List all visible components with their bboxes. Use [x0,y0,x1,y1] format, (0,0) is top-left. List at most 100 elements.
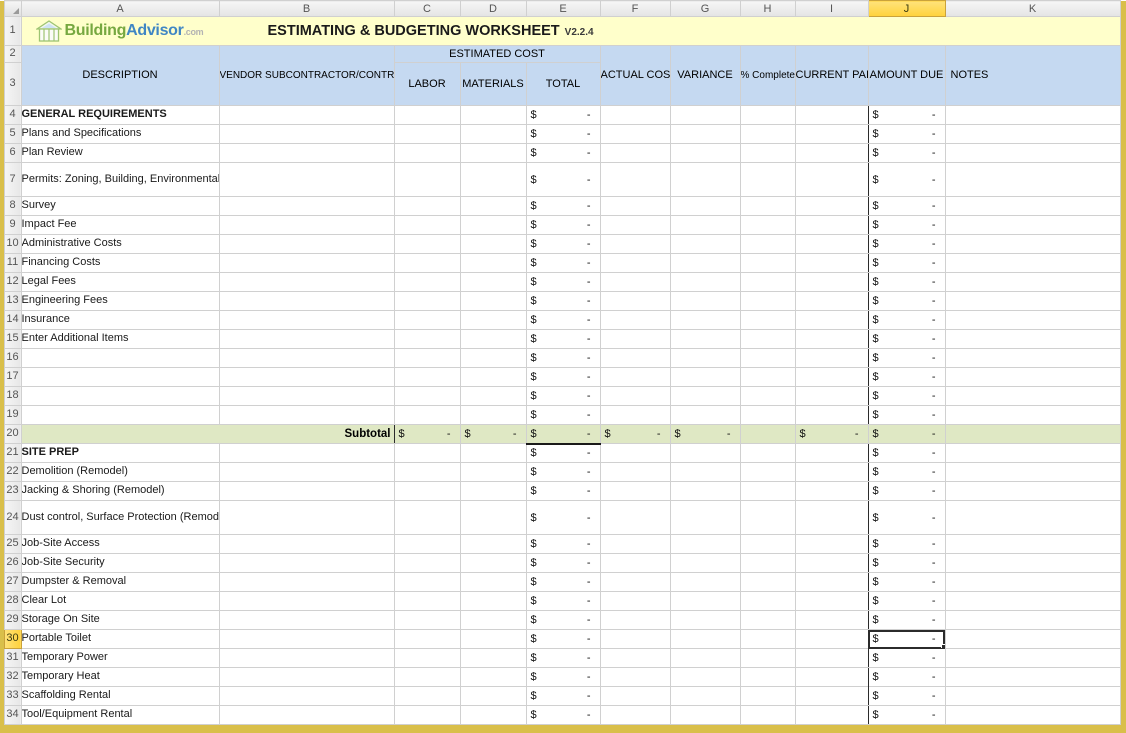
cell-materials[interactable] [460,254,526,273]
cell-labor[interactable] [394,197,460,216]
cell-percent-complete[interactable] [740,649,795,668]
table-row[interactable]: 29Storage On Site$-$- [0,611,1126,630]
row-description[interactable]: Impact Fee [21,216,219,235]
row-header-34[interactable]: 34 [4,706,21,725]
cell-current-paid[interactable] [795,254,868,273]
table-row[interactable]: 7Permits: Zoning, Building, Environmenta… [0,163,1126,197]
cell-total[interactable]: $- [526,368,600,387]
cell-labor[interactable] [394,501,460,535]
row-description[interactable]: Enter Additional Items [21,330,219,349]
cell-notes[interactable] [945,197,1120,216]
cell-vendor[interactable] [219,311,394,330]
cell-labor[interactable] [394,649,460,668]
row-description[interactable]: Scaffolding Rental [21,687,219,706]
cell-vendor[interactable] [219,592,394,611]
cell-notes[interactable] [945,235,1120,254]
cell-materials[interactable] [460,163,526,197]
cell-variance[interactable] [670,106,740,125]
table-row[interactable]: 4GENERAL REQUIREMENTS$-$- [0,106,1126,125]
cell-amount-due[interactable]: $- [868,706,945,725]
cell-labor[interactable] [394,706,460,725]
table-row[interactable]: 28Clear Lot$-$- [0,592,1126,611]
table-row[interactable]: 26Job-Site Security$-$- [0,554,1126,573]
cell-actual-cost[interactable] [600,387,670,406]
cell-percent-complete[interactable] [740,368,795,387]
cell-vendor[interactable] [219,463,394,482]
cell-amount-due[interactable]: $- [868,368,945,387]
table-row[interactable]: 34Tool/Equipment Rental$-$- [0,706,1126,725]
column-header-K[interactable]: K [945,1,1120,17]
cell-variance[interactable] [670,273,740,292]
cell-notes[interactable] [945,573,1120,592]
row-header-7[interactable]: 7 [4,163,21,197]
subtotal-current-paid[interactable]: $- [795,425,868,444]
subtotal-actual-cost[interactable]: $- [600,425,670,444]
table-row[interactable]: 32Temporary Heat$-$- [0,668,1126,687]
table-row[interactable]: 19 $- $- [0,406,1126,425]
cell-percent-complete[interactable] [740,254,795,273]
cell-vendor[interactable] [219,125,394,144]
table-row[interactable]: 11Financing Costs$-$- [0,254,1126,273]
cell-current-paid[interactable] [795,535,868,554]
cell-labor[interactable] [394,106,460,125]
row-header-12[interactable]: 12 [4,273,21,292]
cell-current-paid[interactable] [795,144,868,163]
cell-total[interactable]: $- [526,592,600,611]
cell-variance[interactable] [670,573,740,592]
cell-notes[interactable] [945,406,1120,425]
table-row[interactable]: 25Job-Site Access$-$- [0,535,1126,554]
cell-notes[interactable] [945,368,1120,387]
table-row[interactable]: 8Survey$-$- [0,197,1126,216]
cell-amount-due[interactable]: $- [868,197,945,216]
row-description[interactable]: Plan Review [21,144,219,163]
cell-variance[interactable] [670,554,740,573]
cell-percent-complete[interactable] [740,554,795,573]
cell-amount-due[interactable]: $- [868,649,945,668]
cell-percent-complete[interactable] [740,349,795,368]
cell-percent-complete[interactable] [740,482,795,501]
cell-current-paid[interactable] [795,573,868,592]
cell-materials[interactable] [460,482,526,501]
cell-actual-cost[interactable] [600,163,670,197]
row-description[interactable] [21,387,219,406]
cell-actual-cost[interactable] [600,144,670,163]
row-description[interactable]: Permits: Zoning, Building, Environmental… [21,163,219,197]
cell-amount-due[interactable]: $- [868,592,945,611]
cell-variance[interactable] [670,349,740,368]
cell-total[interactable]: $- [526,649,600,668]
table-row[interactable]: 6Plan Review$-$- [0,144,1126,163]
cell-materials[interactable] [460,630,526,649]
cell-total[interactable]: $- [526,273,600,292]
cell-variance[interactable] [670,630,740,649]
cell-percent-complete[interactable] [740,501,795,535]
row-header-19[interactable]: 19 [4,406,21,425]
cell-actual-cost[interactable] [600,330,670,349]
cell-actual-cost[interactable] [600,463,670,482]
cell-percent-complete[interactable] [740,273,795,292]
cell-total[interactable]: $- [526,311,600,330]
table-row[interactable]: 14Insurance$-$- [0,311,1126,330]
cell-amount-due[interactable]: $- [868,406,945,425]
cell-materials[interactable] [460,368,526,387]
table-row[interactable]: 33Scaffolding Rental$-$- [0,687,1126,706]
cell-materials[interactable] [460,444,526,463]
cell-vendor[interactable] [219,330,394,349]
row-2-header-top[interactable]: 2 DESCRIPTION VENDOR SUBCONTRACTOR/CONTR… [0,46,1126,63]
cell-total[interactable]: $- [526,406,600,425]
cell-notes[interactable] [945,501,1120,535]
cell-current-paid[interactable] [795,687,868,706]
cell-materials[interactable] [460,235,526,254]
table-row[interactable]: 22Demolition (Remodel)$-$- [0,463,1126,482]
row-description[interactable] [21,349,219,368]
cell-materials[interactable] [460,649,526,668]
cell-current-paid[interactable] [795,649,868,668]
cell-total[interactable]: $- [526,144,600,163]
cell-variance[interactable] [670,706,740,725]
cell-actual-cost[interactable] [600,630,670,649]
cell-amount-due[interactable]: $- [868,144,945,163]
cell-actual-cost[interactable] [600,611,670,630]
table-row[interactable]: 31Temporary Power$-$- [0,649,1126,668]
row-description[interactable]: Dust control, Surface Protection (Remode… [21,501,219,535]
cell-variance[interactable] [670,144,740,163]
cell-actual-cost[interactable] [600,535,670,554]
